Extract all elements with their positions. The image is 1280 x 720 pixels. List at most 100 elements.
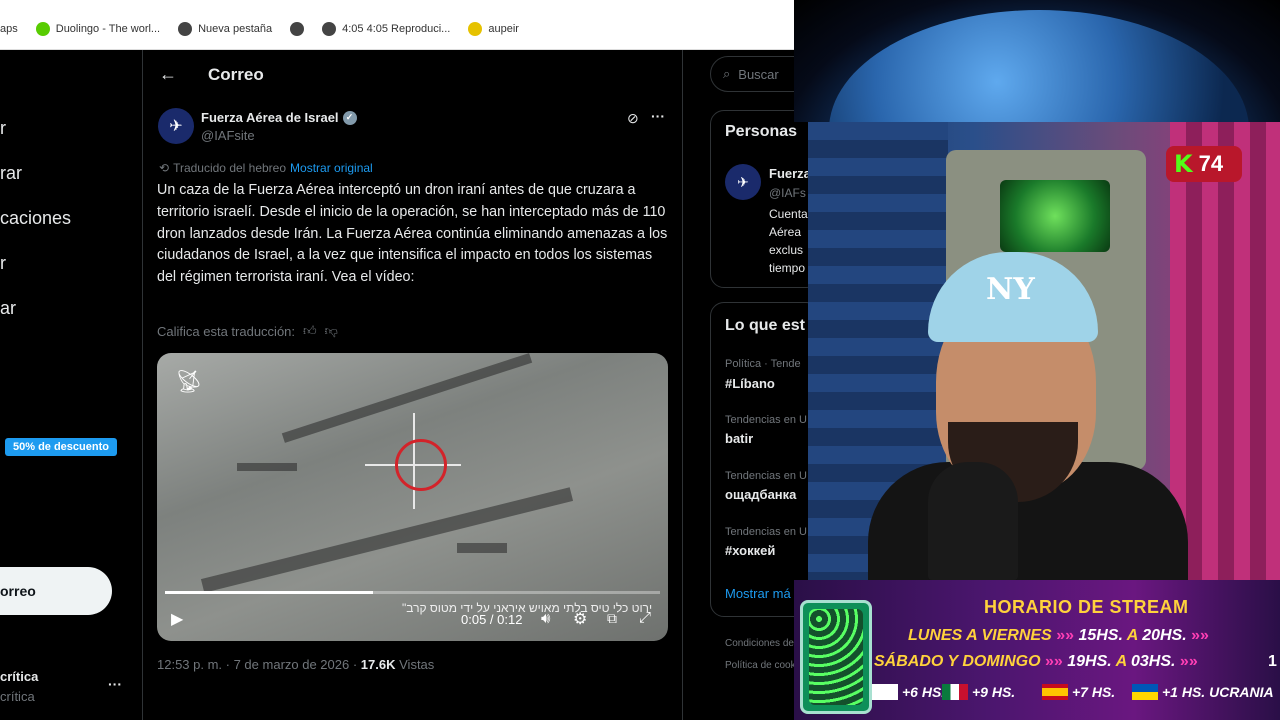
tweet-meta: 12:53 p. m. · 7 de marzo de 2026 · 17.6K… bbox=[157, 657, 435, 672]
person-bio-line: exclus bbox=[769, 243, 804, 257]
trend-item[interactable]: #Líbano bbox=[725, 376, 775, 391]
search-icon: ⌕ bbox=[723, 66, 731, 81]
left-nav: r rar caciones r ar 50% de descuento orr… bbox=[0, 50, 143, 720]
video-controls: ▶ 0:05 / 0:12 🔊︎ ⚙ ⧉ ⤢ bbox=[157, 605, 668, 635]
main-column: ← Correo ✈ Fuerza Aérea de Israel ✓ @IAF… bbox=[143, 50, 683, 720]
author-handle[interactable]: @IAFsite bbox=[201, 128, 255, 143]
trends-title: Lo que est bbox=[725, 317, 806, 334]
trend-context: Tendencias en U bbox=[725, 526, 807, 538]
translate-icon: ⟲ bbox=[159, 161, 170, 175]
trend-context: Tendencias en U bbox=[725, 414, 807, 426]
timezone-offset: +6 HS. bbox=[872, 684, 945, 700]
trend-item[interactable]: batir bbox=[725, 431, 753, 446]
bookmark-duolingo[interactable]: Duolingo - The worl... bbox=[35, 21, 160, 36]
video-terrain bbox=[281, 353, 533, 443]
footer-link[interactable]: Condiciones de bbox=[725, 638, 794, 649]
person-bio-line: Aérea bbox=[769, 225, 802, 239]
flag-icon bbox=[872, 684, 898, 700]
account-name[interactable]: crítica bbox=[0, 669, 38, 684]
nav-item-2[interactable]: rar bbox=[0, 163, 22, 184]
thumbs-up-icon[interactable]: 👍︎ bbox=[303, 323, 317, 339]
mexico-flag-icon bbox=[942, 684, 968, 700]
trend-item[interactable]: ощадбанка bbox=[725, 487, 796, 502]
nav-item-5[interactable]: ar bbox=[0, 298, 16, 319]
bookmark-aupeir[interactable]: aupeir bbox=[468, 21, 519, 36]
space-backdrop bbox=[794, 0, 1280, 122]
schedule-row-weekdays: LUNES A VIERNES »» 15HS. A 20HS. »» bbox=[908, 627, 1209, 644]
person-bio-line: tiempo bbox=[769, 261, 806, 275]
show-original-link[interactable]: Mostrar original bbox=[290, 161, 373, 175]
earth-globe bbox=[829, 10, 1249, 122]
person-bio-line: Cuenta bbox=[769, 207, 808, 221]
account-more-icon[interactable]: ··· bbox=[108, 676, 122, 692]
volume-icon[interactable]: 🔊︎ bbox=[541, 610, 550, 627]
cap-logo: NY bbox=[986, 272, 1035, 307]
views-count: 17.6K bbox=[360, 657, 396, 672]
verified-badge-icon: ✓ bbox=[342, 110, 357, 125]
nav-item-4[interactable]: r bbox=[0, 253, 6, 274]
tweet-text: Un caza de la Fuerza Aérea interceptó un… bbox=[157, 182, 668, 286]
bookmark-new-tab[interactable]: Nueva pestaña bbox=[178, 21, 272, 36]
video-terrain bbox=[457, 543, 507, 553]
schedule-edge-digit: 1 bbox=[1268, 653, 1277, 670]
author-name[interactable]: Fuerza Aérea de Israel ✓ bbox=[201, 110, 357, 125]
viewer-count-badge: K 74 bbox=[1166, 146, 1242, 182]
play-icon[interactable]: ▶ bbox=[171, 609, 183, 629]
video-progress-bar[interactable] bbox=[165, 591, 660, 594]
radar-screen bbox=[1000, 180, 1110, 252]
trend-context: Política · Tende bbox=[725, 358, 801, 370]
bookmark-apps[interactable]: aps bbox=[0, 23, 18, 35]
nav-item-notifications[interactable]: caciones bbox=[0, 208, 71, 229]
kick-logo-icon: K bbox=[1174, 150, 1193, 178]
trend-context: Tendencias en U bbox=[725, 470, 807, 482]
thumbs-down-icon[interactable]: 👎︎ bbox=[325, 323, 338, 339]
show-more-link[interactable]: Mostrar má bbox=[725, 586, 791, 601]
chrome-icon bbox=[178, 21, 193, 36]
trends-box bbox=[710, 302, 820, 617]
globe-icon bbox=[290, 21, 305, 36]
person-avatar[interactable]: ✈ bbox=[725, 164, 761, 200]
timezone-offset: +7 HS. bbox=[1042, 684, 1115, 700]
person-handle: @IAFs bbox=[769, 186, 806, 200]
spain-flag-icon bbox=[1042, 684, 1068, 700]
person-name[interactable]: Fuerza bbox=[769, 166, 811, 181]
jar-icon bbox=[800, 600, 872, 714]
fullscreen-icon[interactable]: ⤢ bbox=[639, 609, 651, 626]
people-title: Personas bbox=[725, 123, 798, 140]
grok-icon[interactable]: ⊘ bbox=[627, 110, 639, 127]
browser-top-strip bbox=[0, 0, 794, 8]
globe-icon bbox=[322, 21, 337, 36]
settings-gear-icon[interactable]: ⚙ bbox=[573, 609, 587, 629]
picture-in-picture-icon[interactable]: ⧉ bbox=[607, 610, 617, 627]
target-reticle bbox=[395, 439, 447, 491]
author-avatar[interactable]: ✈ bbox=[158, 108, 194, 144]
video-terrain bbox=[237, 463, 297, 471]
trend-item[interactable]: #хоккей bbox=[725, 543, 775, 558]
screen: aps Duolingo - The worl... Nueva pestaña… bbox=[0, 0, 1280, 720]
microphone bbox=[928, 462, 1018, 580]
post-button[interactable]: orreo bbox=[0, 567, 112, 615]
more-options-icon[interactable]: ··· bbox=[651, 108, 665, 124]
video-time: 0:05 / 0:12 bbox=[461, 612, 523, 627]
broadcast-antenna-icon: 📡︎ bbox=[175, 369, 203, 394]
page-title: Correo bbox=[208, 65, 264, 84]
back-arrow-icon[interactable]: ← bbox=[159, 64, 177, 85]
premium-promo-badge[interactable]: 50% de descuento bbox=[5, 438, 117, 456]
bookmark-globe[interactable] bbox=[290, 21, 305, 36]
stream-schedule-banner: HORARIO DE STREAM LUNES A VIERNES »» 15H… bbox=[794, 580, 1280, 720]
nav-item-1[interactable]: r bbox=[0, 118, 6, 139]
footer-link[interactable]: Política de cook bbox=[725, 660, 796, 671]
viewer-count: 74 bbox=[1198, 151, 1224, 176]
ukraine-flag-icon bbox=[1132, 684, 1158, 700]
schedule-title: HORARIO DE STREAM bbox=[984, 597, 1189, 617]
webcam-feed: NY bbox=[808, 122, 1280, 580]
duolingo-icon bbox=[35, 21, 50, 36]
timezone-offset: +1 HS. UCRANIA bbox=[1132, 684, 1274, 700]
bookmark-reproduction[interactable]: 4:05 4:05 Reproduci... bbox=[322, 21, 450, 36]
video-progress-fill bbox=[165, 591, 373, 594]
account-handle: crítica bbox=[0, 689, 35, 704]
video-terrain bbox=[200, 487, 574, 593]
bookmarks-bar: aps Duolingo - The worl... Nueva pestaña… bbox=[0, 8, 794, 50]
acoustic-foam-right bbox=[1170, 122, 1280, 580]
video-player[interactable]: 📡︎ "ירוט כלי טיס בלתי מאויש איראני על יד… bbox=[157, 353, 668, 641]
